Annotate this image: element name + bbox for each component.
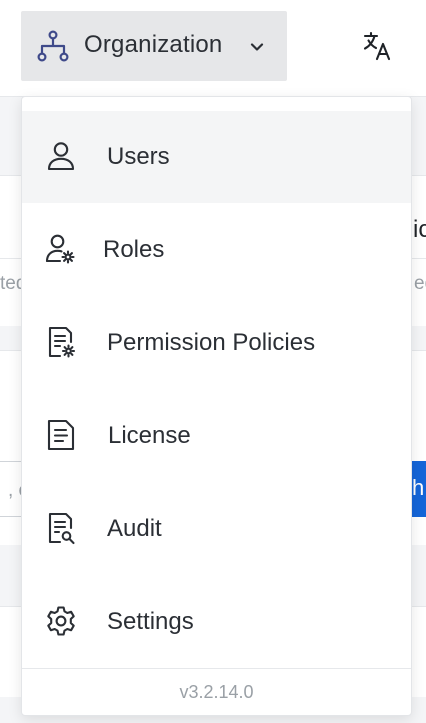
menu-item-roles[interactable]: Roles bbox=[22, 204, 411, 296]
menu-item-label: Roles bbox=[103, 236, 165, 263]
translate-icon[interactable] bbox=[360, 29, 394, 63]
menu-item-audit[interactable]: Audit bbox=[22, 483, 411, 575]
menu-item-label: Audit bbox=[107, 515, 162, 542]
organization-dropdown-button[interactable]: Organization bbox=[21, 11, 287, 81]
menu-item-label: Permission Policies bbox=[107, 329, 316, 356]
background-card-title-fragment: ic bbox=[413, 216, 426, 243]
menu-item-users[interactable]: Users bbox=[22, 111, 411, 203]
version-label: v3.2.14.0 bbox=[179, 682, 254, 702]
organization-menu: Users Roles Permission Policies License … bbox=[21, 96, 412, 716]
hierarchy-icon bbox=[37, 30, 69, 62]
menu-item-label: Settings bbox=[107, 608, 194, 635]
user-icon bbox=[47, 142, 75, 171]
menu-item-license[interactable]: License bbox=[22, 390, 411, 482]
document-settings-icon bbox=[48, 326, 76, 358]
document-search-icon bbox=[48, 512, 75, 545]
menu-item-settings[interactable]: Settings bbox=[22, 576, 411, 668]
user-settings-icon bbox=[45, 234, 75, 264]
background-primary-button[interactable]: h bbox=[412, 461, 426, 517]
gear-icon bbox=[47, 606, 75, 636]
menu-divider bbox=[22, 668, 411, 669]
organization-label: Organization bbox=[84, 31, 223, 58]
menu-item-permission-policies[interactable]: Permission Policies bbox=[22, 297, 411, 389]
document-icon bbox=[47, 419, 75, 451]
menu-item-label: Users bbox=[107, 143, 170, 170]
background-button-label-fragment: h bbox=[412, 475, 425, 500]
background-text-fragment: ed bbox=[414, 273, 426, 294]
menu-item-label: License bbox=[108, 422, 191, 449]
chevron-down-icon bbox=[250, 43, 264, 51]
